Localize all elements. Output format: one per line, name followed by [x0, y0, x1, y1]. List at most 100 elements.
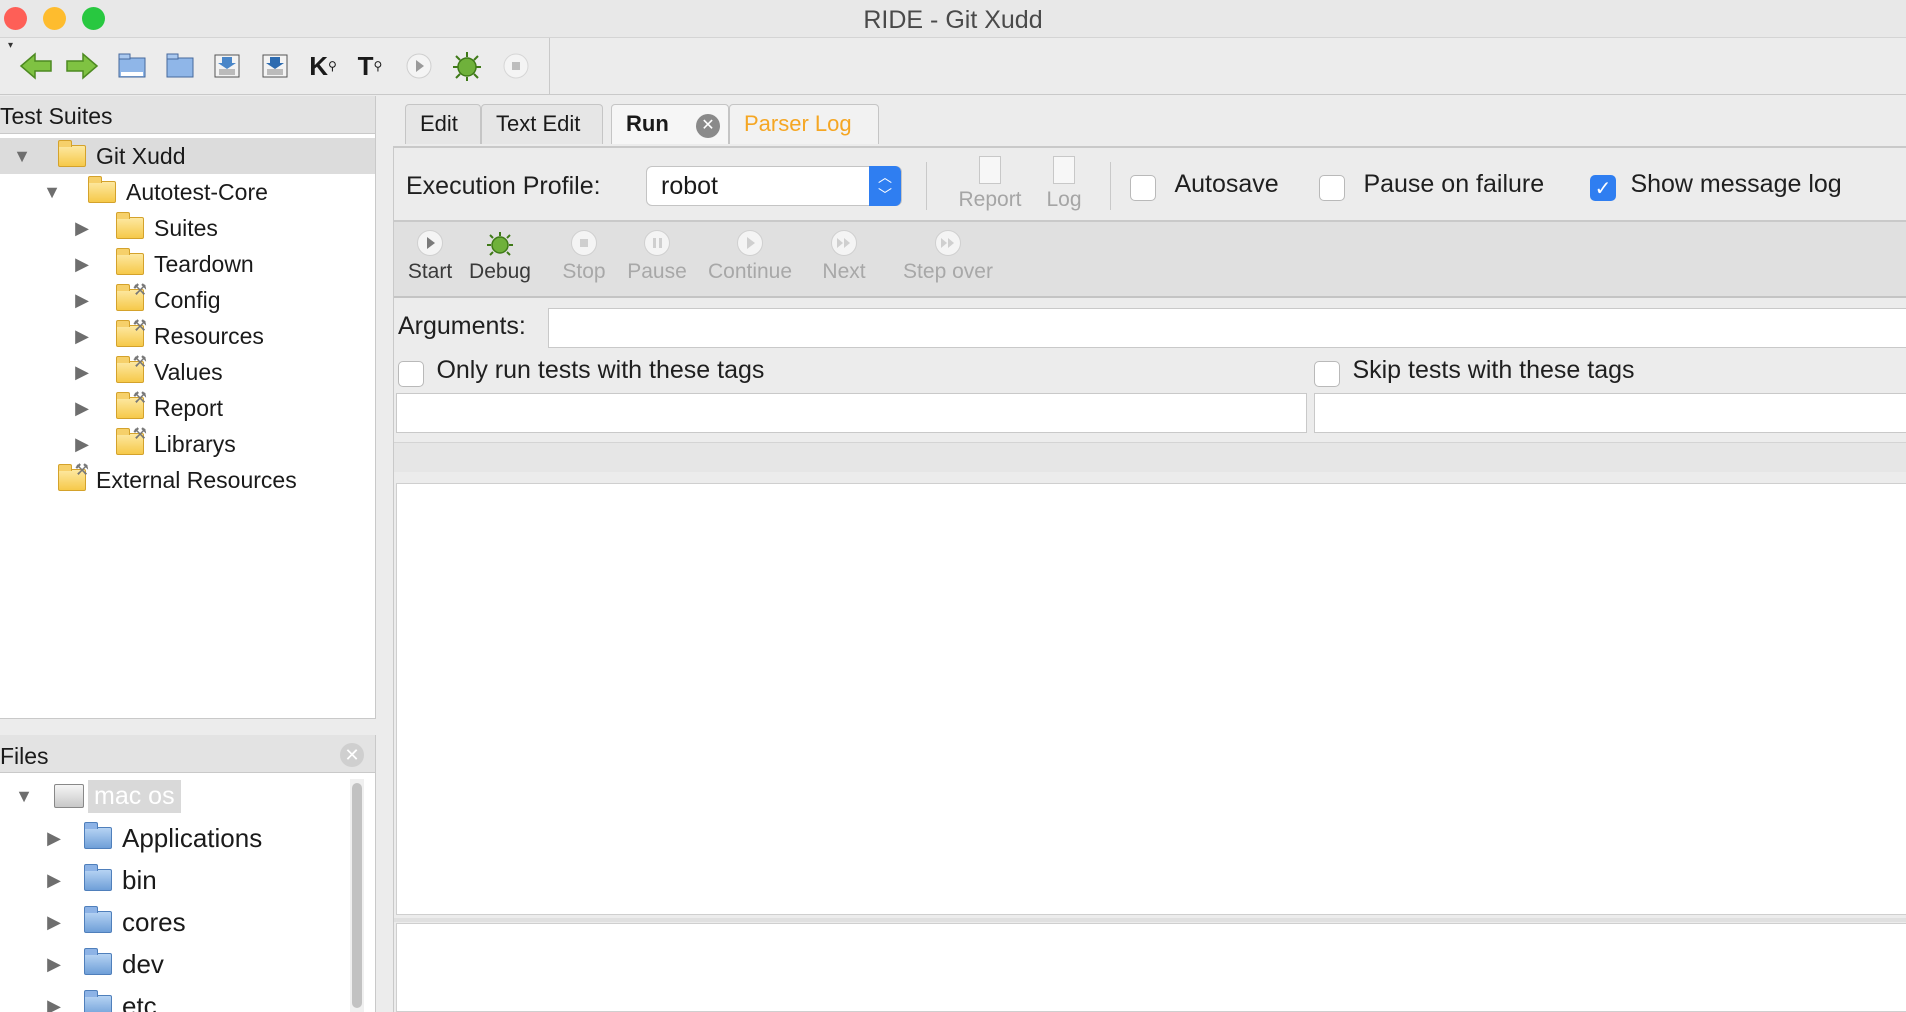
autosave-option[interactable]: Autosave [1130, 170, 1279, 201]
tree-item-label: Resources [154, 322, 264, 349]
output-log-area[interactable] [396, 483, 1906, 915]
expand-icon[interactable]: ▶ [72, 362, 92, 383]
files-item-dev[interactable]: ▶ dev [44, 946, 164, 982]
output-separator [394, 442, 1906, 472]
execution-profile-select[interactable]: robot ︿ ﹀ [646, 166, 902, 206]
chevron-updown-icon[interactable]: ︿ ﹀ [869, 166, 901, 206]
tree-item-librarys[interactable]: ▶ ⚒ Librarys [72, 426, 236, 462]
skip-tags-input[interactable] [1314, 393, 1906, 433]
toolbar-menu-icon[interactable]: ▾ [8, 40, 13, 51]
forward-icon[interactable] [64, 48, 100, 84]
arguments-input[interactable] [548, 308, 1906, 348]
search-tests-icon[interactable]: T ⚲ [352, 48, 388, 84]
tab-edit[interactable]: Edit [405, 104, 481, 144]
debug-button[interactable]: Debug [464, 230, 536, 284]
next-button[interactable]: Next [814, 230, 874, 284]
stop-icon [571, 230, 597, 256]
main-toolbar: ▾ K ⚲ T ⚲ [0, 38, 550, 95]
tree-item-label: Autotest-Core [126, 178, 268, 205]
document-icon [1053, 156, 1075, 184]
show-message-log-checkbox[interactable]: ✓ [1590, 174, 1616, 201]
continue-button[interactable]: Continue [700, 230, 800, 284]
continue-label: Continue [707, 260, 793, 283]
message-log-area[interactable] [396, 923, 1906, 1012]
expand-icon[interactable]: ▶ [72, 326, 92, 347]
pause-on-failure-option[interactable]: Pause on failure [1319, 170, 1544, 201]
expand-icon[interactable]: ▶ [44, 996, 64, 1012]
tree-item-label: Git Xudd [96, 142, 186, 169]
expand-icon[interactable]: ▶ [44, 912, 64, 933]
execution-profile-value: robot [661, 172, 718, 200]
window-title: RIDE - Git Xudd [863, 6, 1043, 34]
folder-icon [84, 990, 112, 1012]
tree-item-external-resources[interactable]: ⚒ External Resources [58, 462, 297, 498]
tree-item-config[interactable]: ▶ ⚒ Config [72, 282, 220, 318]
tab-text-edit[interactable]: Text Edit [481, 104, 603, 144]
tree-item-project[interactable]: ▼ Autotest-Core [42, 174, 268, 210]
collapse-icon[interactable]: ▼ [14, 786, 34, 807]
only-run-tags-checkbox[interactable] [398, 360, 424, 387]
close-tab-icon[interactable]: ✕ [696, 114, 720, 138]
debug-icon[interactable] [449, 48, 485, 84]
search-keywords-icon[interactable]: K ⚲ [305, 48, 341, 84]
tree-item-values[interactable]: ▶ ⚒ Values [72, 354, 223, 390]
files-scrollbar-track[interactable] [350, 779, 364, 1012]
expand-icon[interactable]: ▶ [72, 290, 92, 311]
collapse-icon[interactable]: ▼ [42, 182, 62, 203]
skip-tags-checkbox[interactable] [1314, 360, 1340, 387]
tree-item-suites[interactable]: ▶ Suites [72, 210, 218, 246]
collapse-icon[interactable]: ▼ [12, 146, 32, 167]
arguments-label: Arguments: [398, 312, 526, 340]
only-run-tags-option[interactable]: Only run tests with these tags [398, 356, 764, 387]
pause-on-failure-checkbox[interactable] [1319, 174, 1345, 201]
expand-icon[interactable]: ▶ [44, 828, 64, 849]
tab-parser-log[interactable]: Parser Log [729, 104, 879, 144]
tree-item-label: dev [122, 948, 164, 979]
tree-item-root[interactable]: ▼ Git Xudd [0, 138, 375, 174]
run-panel: Execution Profile: robot ︿ ﹀ Report Log A… [393, 146, 1906, 1012]
files-item-cores[interactable]: ▶ cores [44, 904, 186, 940]
expand-icon[interactable]: ▶ [44, 954, 64, 975]
open-directory-icon[interactable] [162, 48, 198, 84]
stop-icon[interactable] [498, 48, 534, 84]
show-message-log-option[interactable]: ✓ Show message log [1590, 170, 1842, 201]
skip-tags-option[interactable]: Skip tests with these tags [1314, 356, 1635, 387]
disk-icon [54, 784, 84, 808]
only-run-tags-input[interactable] [396, 393, 1307, 433]
files-root[interactable]: ▼ mac os [14, 778, 181, 814]
tree-item-teardown[interactable]: ▶ Teardown [72, 246, 254, 282]
divider [1110, 162, 1111, 210]
tree-item-label: External Resources [96, 466, 297, 493]
save-icon[interactable] [209, 48, 245, 84]
expand-icon[interactable]: ▶ [72, 218, 92, 239]
expand-icon[interactable]: ▶ [44, 870, 64, 891]
files-item-applications[interactable]: ▶ Applications [44, 820, 262, 856]
save-all-icon[interactable] [257, 48, 293, 84]
log-button[interactable]: Log [1034, 156, 1094, 212]
back-icon[interactable] [18, 48, 54, 84]
run-icon[interactable] [401, 48, 437, 84]
expand-icon[interactable]: ▶ [72, 398, 92, 419]
tree-item-resources[interactable]: ▶ ⚒ Resources [72, 318, 264, 354]
tree-item-report[interactable]: ▶ ⚒ Report [72, 390, 223, 426]
stop-button[interactable]: Stop [554, 230, 614, 284]
tab-run[interactable]: Run ✕ [611, 104, 729, 144]
step-over-button[interactable]: Step over [888, 230, 1008, 284]
report-button[interactable]: Report [950, 156, 1030, 212]
files-title: Files [0, 743, 49, 769]
pause-button[interactable]: Pause [622, 230, 692, 284]
divider [926, 162, 927, 210]
start-button[interactable]: Start [402, 230, 458, 284]
open-test-suite-icon[interactable] [114, 48, 150, 84]
files-scrollbar-thumb[interactable] [352, 783, 362, 1008]
autosave-checkbox[interactable] [1130, 174, 1156, 201]
close-pane-icon[interactable]: ✕ [340, 743, 364, 767]
expand-icon[interactable]: ▶ [72, 434, 92, 455]
splitter[interactable] [394, 918, 1906, 922]
resource-folder-icon: ⚒ [58, 462, 89, 491]
start-label: Start [407, 260, 453, 283]
files-item-etc[interactable]: ▶ etc [44, 988, 157, 1012]
tree-item-label: Config [154, 286, 221, 313]
expand-icon[interactable]: ▶ [72, 254, 92, 275]
files-item-bin[interactable]: ▶ bin [44, 862, 157, 898]
